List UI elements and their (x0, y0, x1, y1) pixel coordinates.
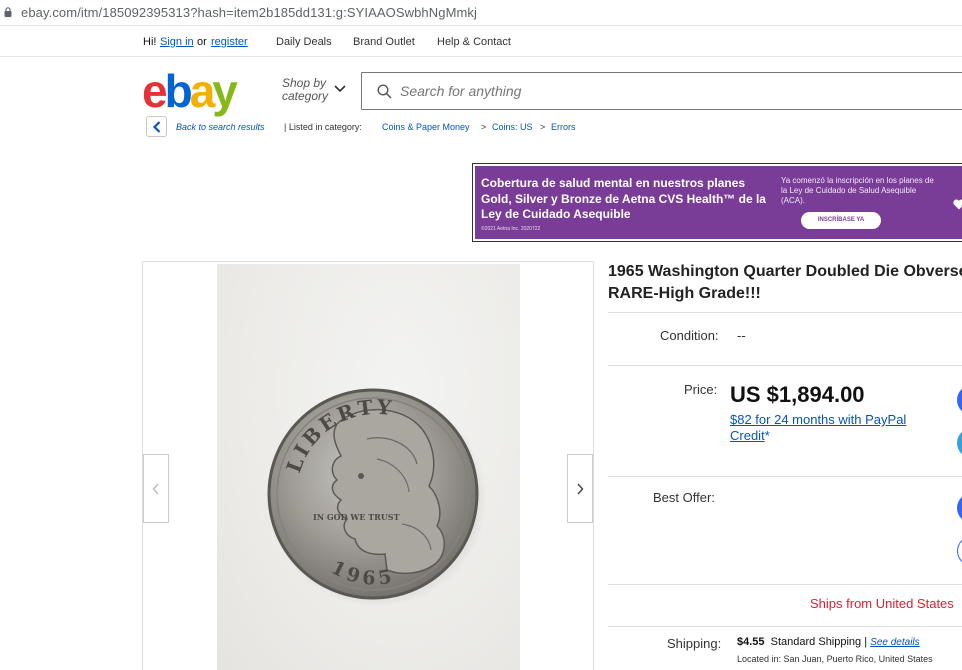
shipping-separator: | (864, 636, 868, 648)
breadcrumb-separator: > (481, 122, 487, 132)
item-price: US $1,894.00 (730, 382, 865, 407)
condition-label: Condition: (660, 328, 719, 343)
breadcrumb-separator: > (540, 122, 546, 132)
listed-in-label: | Listed in category: (284, 122, 362, 132)
condition-value: -- (737, 328, 746, 343)
breadcrumb-item[interactable]: Coins: US (492, 122, 533, 132)
prev-image-button[interactable] (143, 454, 169, 523)
item-location: Located in: San Juan, Puerto Rico, Unite… (737, 654, 933, 664)
chevron-left-icon (152, 483, 159, 495)
address-bar[interactable]: ebay.com/itm/185092395313?hash=item2b185… (0, 0, 962, 26)
url-text: ebay.com/itm/185092395313?hash=item2b185… (21, 5, 478, 20)
ad-fine-print: ©2021 Aetna Inc. 2020722 (481, 226, 541, 232)
shipping-cost: $4.55 (737, 636, 765, 648)
search-icon (377, 84, 392, 99)
back-to-search-link[interactable]: Back to search results (176, 122, 265, 132)
ad-headline: Cobertura de salud mental en nuestros pl… (481, 176, 766, 221)
ad-cta-button[interactable]: INSCRÍBASE YA (801, 212, 881, 229)
or-text: or (197, 36, 207, 48)
search-box[interactable] (361, 72, 962, 110)
ad-background: Cobertura de salud mental en nuestros pl… (475, 166, 962, 239)
sign-in-link[interactable]: Sign in (160, 36, 194, 48)
shipping-method: Standard Shipping (770, 636, 862, 648)
ad-side-text: Ya comenzó la inscripción en los planes … (781, 176, 934, 205)
lock-icon (4, 7, 12, 17)
back-button[interactable] (146, 116, 167, 137)
chevron-right-icon (577, 483, 584, 495)
coin-image: LIBERTY IN GOD WE TRUST 1965 (267, 388, 487, 607)
top-nav: Hi! Sign in or register Daily Deals Bran… (0, 30, 962, 57)
breadcrumb-item[interactable]: Errors (551, 122, 576, 132)
ships-from-text: Ships from United States (810, 596, 954, 611)
image-gallery: LIBERTY IN GOD WE TRUST 1965 (142, 261, 594, 670)
ad-banner[interactable]: Cobertura de salud mental en nuestros pl… (472, 163, 962, 242)
next-image-button[interactable] (567, 454, 593, 523)
brand-outlet-link[interactable]: Brand Outlet (353, 36, 415, 48)
ebay-logo[interactable]: ebay (142, 68, 238, 114)
divider (608, 365, 962, 366)
chevron-down-icon[interactable] (334, 84, 346, 93)
search-input[interactable] (400, 81, 900, 101)
item-photo[interactable]: LIBERTY IN GOD WE TRUST 1965 (217, 264, 520, 670)
greeting: Hi! (143, 36, 157, 48)
best-offer-label: Best Offer: (653, 490, 715, 505)
credit-asterisk: * (764, 428, 770, 443)
make-offer-button[interactable] (957, 493, 962, 523)
coin-motto: IN GOD WE TRUST (313, 512, 400, 522)
price-label: Price: (684, 382, 718, 397)
buy-it-now-button[interactable] (957, 385, 962, 415)
shipping-info: $4.55 Standard Shipping | See details (737, 636, 920, 648)
item-title: 1965 Washington Quarter Doubled Die Obve… (608, 263, 962, 302)
paypal-credit-link[interactable]: $82 for 24 months with PayPal Credit (730, 412, 906, 443)
divider (608, 476, 962, 477)
see-details-link[interactable]: See details (870, 637, 919, 648)
chevron-left-icon (152, 121, 161, 133)
register-link[interactable]: register (211, 36, 248, 48)
watchlist-button[interactable] (957, 536, 962, 566)
breadcrumb-item[interactable]: Coins & Paper Money (382, 122, 470, 132)
divider (608, 626, 962, 627)
divider (608, 584, 962, 585)
daily-deals-link[interactable]: Daily Deals (276, 36, 332, 48)
shipping-label: Shipping: (667, 636, 722, 651)
shop-by-category[interactable]: Shop by category (282, 77, 328, 103)
paypal-credit: $82 for 24 months with PayPal Credit* (730, 412, 930, 444)
divider (608, 312, 962, 313)
heart-icon (953, 199, 962, 210)
help-contact-link[interactable]: Help & Contact (437, 36, 511, 48)
add-to-cart-button[interactable] (957, 428, 962, 458)
